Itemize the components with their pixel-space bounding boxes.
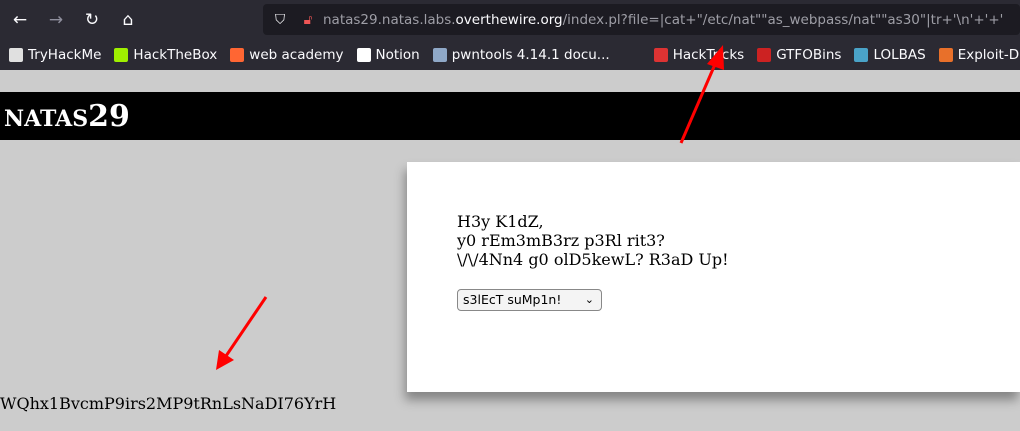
annotation-arrows (216, 45, 724, 370)
arrow-head (707, 45, 724, 70)
arrow-to-url (679, 61, 718, 144)
arrow-head (216, 350, 234, 370)
arrow-to-password (224, 296, 268, 357)
